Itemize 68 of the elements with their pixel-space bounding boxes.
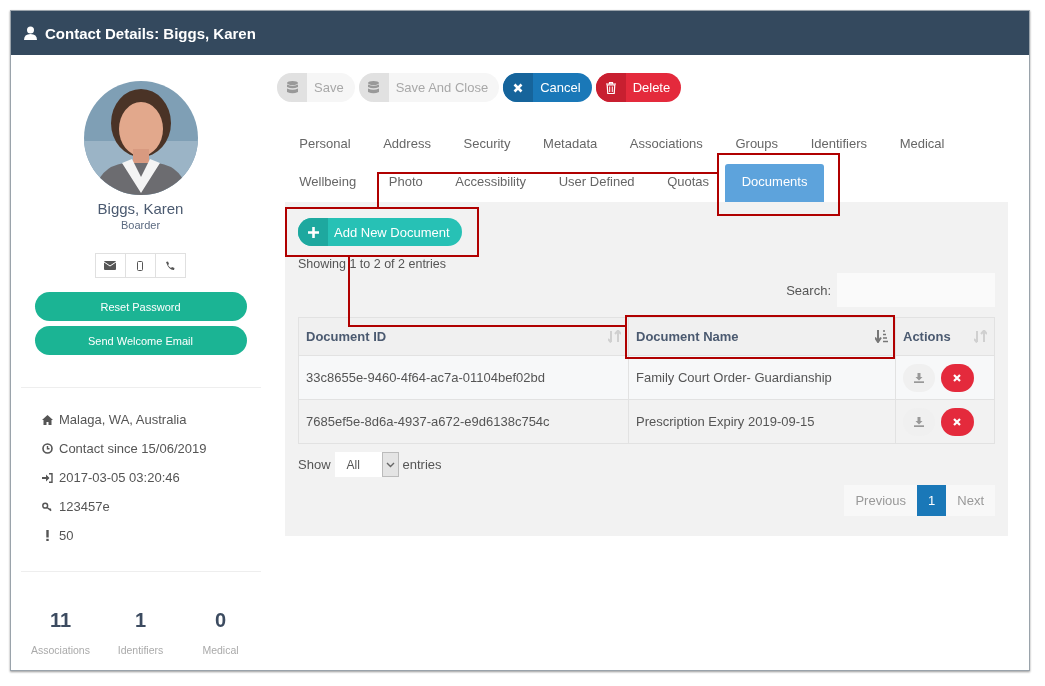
stat-value: 1 <box>134 609 147 632</box>
envelope-icon <box>104 261 116 270</box>
clock-icon <box>42 443 53 454</box>
database-icon <box>368 81 380 94</box>
stat-label: Medical <box>202 644 239 656</box>
tab[interactable]: User Defined <box>542 164 651 202</box>
tab[interactable]: Metadata <box>526 126 614 164</box>
cancel-button[interactable]: Cancel <box>503 73 592 102</box>
contact-detail: 50 <box>59 528 74 543</box>
tab[interactable]: Identifiers <box>794 126 884 164</box>
contact-name: Biggs, Karen <box>97 200 184 217</box>
mobile-button[interactable] <box>124 253 156 278</box>
tab[interactable]: Quotas <box>650 164 726 202</box>
tab[interactable]: Wellbeing <box>283 164 373 202</box>
table-cell: Family Court Order- Guardianship <box>628 355 896 400</box>
close-icon <box>953 417 962 426</box>
contact-detail: Contact since 15/06/2019 <box>59 441 207 456</box>
entries-label: entries <box>402 457 442 472</box>
tab[interactable]: Address <box>366 126 448 164</box>
database-icon <box>286 81 298 94</box>
tab[interactable]: Accessibility <box>439 164 543 202</box>
column-header[interactable]: Actions <box>895 317 995 356</box>
tab[interactable]: Photo <box>372 164 440 202</box>
trash-icon <box>605 81 616 94</box>
mobile-phone-icon <box>137 260 143 271</box>
contact-detail: 2017-03-05 03:20:46 <box>59 470 180 485</box>
sort-icon <box>974 330 987 343</box>
delete-button[interactable]: Delete <box>595 73 682 102</box>
sign-in-icon <box>42 472 53 483</box>
column-header[interactable]: Document Name <box>628 317 896 356</box>
download-icon <box>914 372 924 383</box>
stat-label: Associations <box>31 644 90 656</box>
user-icon <box>24 26 37 40</box>
tab[interactable]: Personal <box>283 126 367 164</box>
phone-button[interactable] <box>154 253 186 278</box>
contact-detail: 123457e <box>59 499 110 514</box>
email-button[interactable] <box>94 253 126 278</box>
sort-descending-icon <box>875 330 888 343</box>
house-icon <box>42 414 53 425</box>
stat-label: Identifiers <box>117 644 164 656</box>
show-label: Show <box>298 457 331 472</box>
page-size-select[interactable]: All <box>334 452 399 477</box>
tab[interactable]: Groups <box>719 126 795 164</box>
contact-detail: Malaga, WA, Australia <box>59 412 187 427</box>
download-icon <box>914 416 924 427</box>
stat-value: 0 <box>214 609 227 632</box>
pagination-button[interactable]: 1 <box>917 485 947 516</box>
entries-info: Showing 1 to 2 of 2 entries <box>298 257 447 271</box>
tab[interactable]: Associations <box>613 126 720 164</box>
close-icon <box>513 82 524 93</box>
table-cell: 33c8655e-9460-4f64-ac7a-01104bef02bd <box>298 355 629 400</box>
chevron-down-icon <box>385 461 395 468</box>
stat-value: 11 <box>49 609 72 632</box>
window-title: Contact Details: Biggs, Karen <box>45 24 256 42</box>
tab[interactable]: Medical <box>883 126 961 164</box>
contact-role: Boarder <box>120 219 161 231</box>
download-button[interactable] <box>903 363 935 392</box>
column-header[interactable]: Document ID <box>298 317 629 356</box>
search-label: Search: <box>786 282 831 298</box>
plus-icon <box>307 226 319 238</box>
delete-row-button[interactable] <box>940 407 974 436</box>
tab[interactable]: Security <box>447 126 527 164</box>
delete-row-button[interactable] <box>940 363 974 392</box>
sort-icon <box>608 330 621 343</box>
close-icon <box>953 373 962 382</box>
table-cell: Prescription Expiry 2019-09-15 <box>628 399 896 444</box>
table-cell: 7685ef5e-8d6a-4937-a672-e9d6138c754c <box>298 399 629 444</box>
phone-icon <box>165 260 175 271</box>
